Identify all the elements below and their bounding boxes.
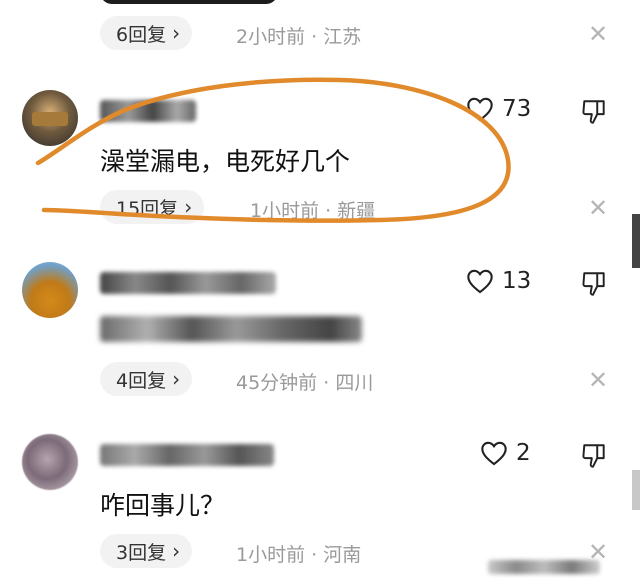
thumbs-down-icon[interactable] (581, 442, 607, 470)
comment-meta: 1小时前 · 河南 (236, 544, 362, 566)
reply-count-label: 6回复 (116, 23, 167, 46)
avatar[interactable] (22, 90, 78, 146)
heart-outline-icon (481, 441, 507, 466)
close-icon[interactable]: ✕ (588, 368, 608, 392)
comment-meta: 45分钟前 · 四川 (236, 372, 374, 394)
comment-text-blurred (100, 316, 362, 342)
like-count: 13 (502, 268, 532, 294)
reply-count-label: 15回复 (116, 197, 179, 220)
close-icon[interactable]: ✕ (588, 22, 608, 46)
comment-time: 2小时前 (236, 26, 306, 48)
like-button[interactable]: 73 (466, 96, 531, 122)
comment-text: 咋回事儿？ (100, 491, 226, 520)
chevron-right-icon: › (184, 195, 193, 219)
comment-region: 新疆 (337, 200, 376, 222)
comment-time: 45分钟前 (236, 372, 318, 394)
reply-count-button[interactable]: 15回复 › (100, 190, 205, 224)
like-count: 73 (502, 96, 532, 122)
scroll-edge-mark (632, 470, 640, 510)
avatar[interactable] (22, 434, 78, 490)
reply-count-button[interactable]: 3回复 › (100, 534, 193, 568)
comment-region: 江苏 (323, 26, 362, 48)
comment-meta: 1小时前 · 新疆 (250, 200, 376, 222)
chevron-right-icon: › (172, 21, 181, 45)
annotation-circle (35, 77, 511, 223)
username-blurred[interactable] (100, 444, 274, 466)
comment-meta: 2小时前 · 江苏 (236, 26, 362, 48)
scroll-edge-mark (632, 214, 640, 268)
avatar[interactable] (22, 262, 78, 318)
thumbs-down-icon[interactable] (581, 98, 607, 126)
username-blurred[interactable] (100, 100, 196, 122)
chevron-right-icon: › (172, 539, 181, 563)
comment-text: 澡堂漏电，电死好几个 (100, 147, 351, 176)
chevron-right-icon: › (172, 367, 181, 391)
reply-count-label: 3回复 (116, 541, 167, 564)
close-icon[interactable]: ✕ (588, 196, 608, 220)
comment-time: 1小时前 (250, 200, 320, 222)
top-partial-bar (100, 0, 278, 4)
reply-count-button[interactable]: 4回复 › (100, 362, 193, 396)
username-blurred[interactable] (100, 272, 276, 294)
comment-region: 河南 (323, 544, 362, 566)
reply-count-button[interactable]: 6回复 › (100, 16, 193, 50)
heart-outline-icon (467, 97, 493, 122)
like-button[interactable]: 2 (480, 440, 531, 466)
reply-count-label: 4回复 (116, 369, 167, 392)
like-count: 2 (516, 440, 531, 466)
heart-outline-icon (467, 269, 493, 294)
comment-region: 四川 (335, 372, 374, 394)
watermark-blurred (488, 560, 600, 574)
like-button[interactable]: 13 (466, 268, 531, 294)
thumbs-down-icon[interactable] (581, 270, 607, 298)
comment-time: 1小时前 (236, 544, 306, 566)
